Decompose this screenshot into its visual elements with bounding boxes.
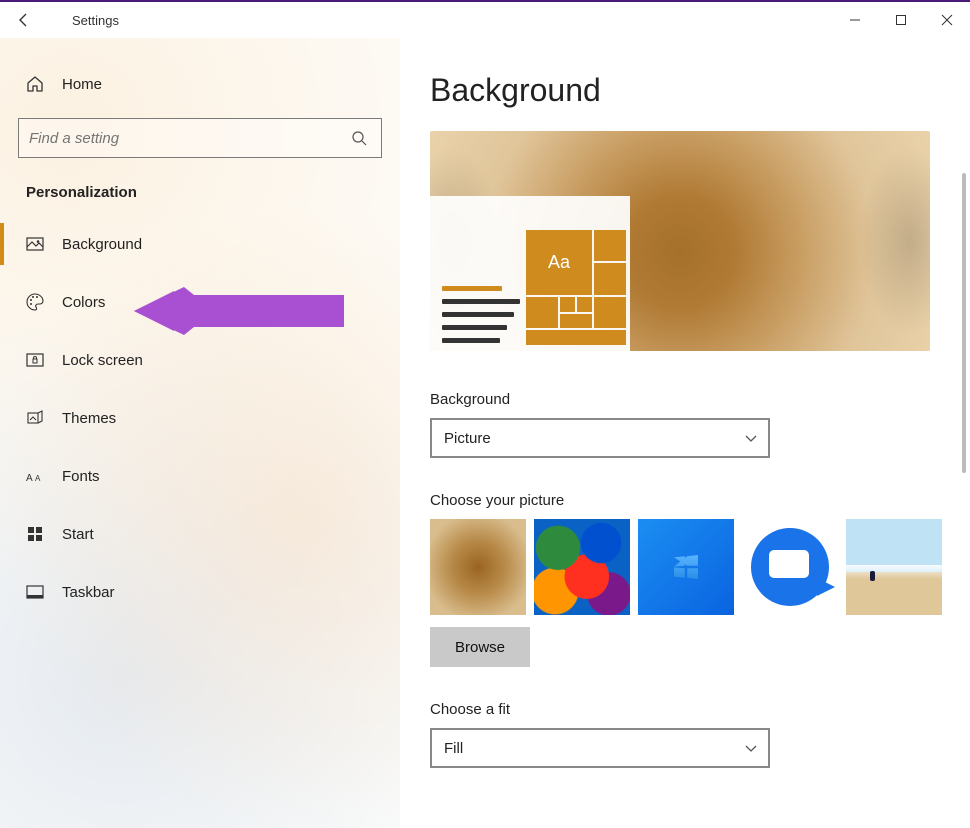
picture-thumbnail[interactable] — [638, 519, 734, 615]
maximize-icon — [895, 14, 907, 26]
close-icon — [941, 14, 953, 26]
sidebar-item-label: Background — [62, 236, 142, 253]
chevron-down-icon — [744, 431, 758, 445]
themes-icon — [24, 408, 46, 428]
preview-text-lines — [442, 286, 522, 351]
picture-icon — [24, 234, 46, 254]
fit-dropdown[interactable]: Fill — [430, 728, 770, 768]
dropdown-value: Picture — [444, 430, 744, 447]
sidebar-item-colors[interactable]: Colors — [18, 273, 382, 331]
taskbar-icon — [24, 582, 46, 602]
sidebar-nav: Background Colors Lock screen Themes AA … — [18, 215, 382, 621]
sidebar-section-title: Personalization — [26, 184, 382, 201]
sidebar-item-fonts[interactable]: AA Fonts — [18, 447, 382, 505]
start-icon — [24, 524, 46, 544]
svg-text:A: A — [35, 474, 41, 483]
background-label: Background — [430, 391, 970, 408]
sidebar: Home Personalization Background Colors — [0, 38, 400, 828]
maximize-button[interactable] — [878, 2, 924, 38]
chevron-down-icon — [744, 741, 758, 755]
preview-window: Aa — [430, 196, 630, 351]
sidebar-item-label: Themes — [62, 410, 116, 427]
scrollbar[interactable] — [962, 173, 966, 473]
picture-thumbnail[interactable] — [742, 519, 838, 615]
sidebar-item-label: Colors — [62, 294, 105, 311]
desktop-preview: Aa — [430, 131, 930, 351]
picture-thumbnail[interactable] — [534, 519, 630, 615]
search-box[interactable] — [18, 118, 382, 158]
browse-label: Browse — [455, 639, 505, 656]
preview-accent-tile: Aa — [526, 230, 592, 295]
sidebar-home[interactable]: Home — [18, 60, 382, 108]
sidebar-item-background[interactable]: Background — [18, 215, 382, 273]
picture-thumbnail[interactable] — [430, 519, 526, 615]
titlebar: Settings — [0, 2, 970, 38]
minimize-icon — [849, 14, 861, 26]
lock-screen-icon — [24, 350, 46, 370]
sidebar-item-label: Taskbar — [62, 584, 115, 601]
close-button[interactable] — [924, 2, 970, 38]
search-input[interactable] — [29, 130, 347, 147]
window-title: Settings — [72, 13, 119, 28]
picture-thumbnail[interactable] — [846, 519, 942, 615]
sidebar-item-label: Fonts — [62, 468, 100, 485]
settings-window: Settings Home Personalization — [0, 0, 970, 828]
background-dropdown[interactable]: Picture — [430, 418, 770, 458]
dropdown-value: Fill — [444, 740, 744, 757]
search-icon — [347, 130, 371, 146]
back-button[interactable] — [0, 2, 48, 38]
svg-text:A: A — [26, 473, 33, 484]
minimize-button[interactable] — [832, 2, 878, 38]
choose-picture-label: Choose your picture — [430, 492, 970, 509]
browse-button[interactable]: Browse — [430, 627, 530, 667]
picture-thumbnails — [430, 519, 970, 615]
page-title: Background — [430, 72, 970, 109]
sidebar-item-label: Start — [62, 526, 94, 543]
sidebar-item-lock-screen[interactable]: Lock screen — [18, 331, 382, 389]
body: Home Personalization Background Colors — [0, 38, 970, 828]
sidebar-item-themes[interactable]: Themes — [18, 389, 382, 447]
fonts-icon: AA — [24, 466, 46, 486]
choose-fit-label: Choose a fit — [430, 701, 970, 718]
main-content: Background Aa Background Picture — [400, 38, 970, 828]
home-icon — [24, 74, 46, 94]
arrow-left-icon — [16, 12, 32, 28]
sidebar-item-label: Lock screen — [62, 352, 143, 369]
preview-start-tiles: Aa — [526, 230, 626, 345]
palette-icon — [24, 292, 46, 312]
sidebar-item-start[interactable]: Start — [18, 505, 382, 563]
home-label: Home — [62, 76, 102, 93]
window-controls — [832, 2, 970, 38]
sidebar-item-taskbar[interactable]: Taskbar — [18, 563, 382, 621]
